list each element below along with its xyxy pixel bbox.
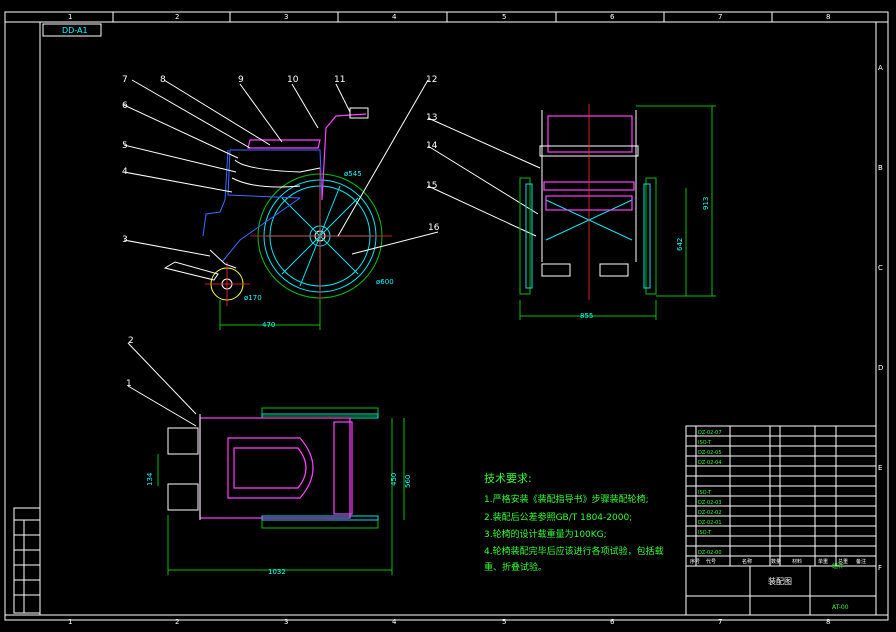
front-view — [519, 104, 657, 300]
tech-item-2: 2.装配后公差参照GB/T 1804-2000; — [484, 511, 632, 523]
balloon-2: 2 — [128, 336, 134, 346]
balloon-7: 7 — [122, 75, 128, 85]
tech-heading: 技术要求: — [484, 472, 532, 485]
tech-item-3: 3.轮椅的设计载重量为100KG; — [484, 528, 607, 540]
dim-top-width-small: 450 — [390, 473, 398, 486]
balloon-3: 3 — [122, 235, 128, 245]
bom-code: DZ-02-03 — [698, 500, 722, 506]
sheet-outer-border — [4, 11, 889, 621]
material-label: 组件 — [832, 562, 844, 570]
dim-front-height-small: 642 — [676, 238, 684, 251]
col-label: 6 — [610, 13, 615, 21]
balloon-14: 14 — [426, 141, 438, 151]
balloon-4: 4 — [122, 167, 128, 177]
revision-strip — [13, 507, 41, 614]
dim-footrest: 134 — [146, 472, 154, 486]
bom-code: DZ-02-04 — [698, 460, 722, 466]
dim-front-wheel: ø170 — [244, 294, 262, 302]
title-block: 装配图 组件 AT-00 — [686, 562, 876, 615]
dim-front-height-total: 913 — [702, 197, 710, 210]
row-label: B — [878, 164, 883, 172]
balloon-13: 13 — [426, 113, 437, 123]
bom-code: DZ-02-02 — [698, 510, 722, 516]
dim-side-width: 855 — [580, 312, 593, 320]
dim-handrim: ø545 — [344, 170, 362, 178]
col-label: 8 — [826, 618, 830, 626]
header-label: 数量 — [771, 558, 781, 565]
bom-table: DZ-02-07 ISO-T DZ-02-05 DZ-02-04 ISO-T D… — [685, 425, 877, 616]
header-label: 备注 — [856, 558, 866, 565]
balloon-1: 1 — [126, 379, 132, 389]
balloon-9: 9 — [238, 75, 244, 85]
drawing-number: AT-00 — [832, 604, 849, 611]
balloon-6: 6 — [122, 101, 128, 111]
top-view-dimensions: 1032 450 560 134 — [146, 418, 412, 576]
col-label: 5 — [502, 618, 506, 626]
header-label: 代号 — [706, 558, 716, 565]
row-ticks: A B C D E F — [878, 64, 883, 572]
column-ticks: 1 2 3 4 5 6 7 8 1 2 3 4 5 6 7 8 — [68, 13, 830, 626]
row-label: D — [878, 364, 883, 372]
col-label: 2 — [175, 13, 179, 21]
col-label: 4 — [392, 13, 397, 21]
leader-lines — [123, 79, 541, 427]
bom-code: ISO-T — [698, 440, 712, 446]
balloon-5: 5 — [122, 141, 128, 151]
tech-item-1: 1.严格安装《装配指导书》步骤装配轮椅; — [484, 493, 649, 505]
header-label: 序号 — [690, 558, 700, 565]
col-label: 6 — [610, 618, 615, 626]
row-label: A — [878, 64, 883, 72]
row-label: E — [878, 464, 882, 472]
tech-requirements: 技术要求: 1.严格安装《装配指导书》步骤装配轮椅; 2.装配后公差参照GB/T… — [484, 472, 664, 573]
bom-code: ISO-T — [698, 530, 712, 536]
dim-rear-wheel: ø600 — [376, 278, 394, 286]
bom-code: DZ-02-07 — [698, 430, 722, 436]
balloon-16: 16 — [428, 223, 440, 233]
bom-code: ISO-T — [698, 490, 712, 496]
header-label: 材料 — [792, 558, 802, 565]
title-tag: DD-A1 — [62, 26, 88, 35]
top-view — [167, 407, 379, 529]
balloon-11: 11 — [334, 75, 345, 85]
row-label: C — [878, 264, 883, 272]
row-label: F — [878, 564, 882, 572]
col-label: 1 — [68, 13, 72, 21]
balloon-15: 15 — [426, 181, 437, 191]
bom-code: DZ-02-01 — [698, 520, 722, 526]
dim-wheel-base: 470 — [262, 321, 275, 329]
header-label: 单重 — [818, 558, 828, 565]
col-label: 7 — [718, 618, 722, 626]
dim-top-width-total: 560 — [404, 475, 412, 488]
header-label: 名称 — [742, 558, 752, 565]
balloon-10: 10 — [287, 75, 299, 85]
front-view-dimensions: 855 642 913 — [519, 105, 716, 320]
col-label: 7 — [718, 13, 722, 21]
balloon-labels: 7 8 9 10 11 6 5 4 3 12 13 14 15 16 2 1 — [122, 75, 440, 389]
dim-top-length: 1032 — [268, 568, 286, 576]
tech-item-5: 重、折叠试验。 — [484, 561, 547, 573]
tech-item-4: 4.轮椅装配完毕后应该进行各项试验，包括载 — [484, 545, 664, 557]
bom-code: DZ-02-05 — [698, 450, 722, 456]
col-label: 2 — [175, 618, 179, 626]
col-label: 4 — [392, 618, 397, 626]
col-label: 5 — [502, 13, 506, 21]
cad-drawing: 1 2 3 4 5 6 7 8 1 2 3 4 5 6 7 8 A B C D … — [4, 11, 889, 626]
col-label: 3 — [284, 13, 288, 21]
balloon-8: 8 — [160, 75, 166, 85]
col-label: 1 — [68, 618, 72, 626]
col-label: 8 — [826, 13, 830, 21]
drawing-name: 装配图 — [768, 576, 792, 586]
col-label: 3 — [284, 618, 288, 626]
balloon-12: 12 — [426, 75, 437, 85]
bom-code: DZ-02-00 — [698, 550, 722, 556]
